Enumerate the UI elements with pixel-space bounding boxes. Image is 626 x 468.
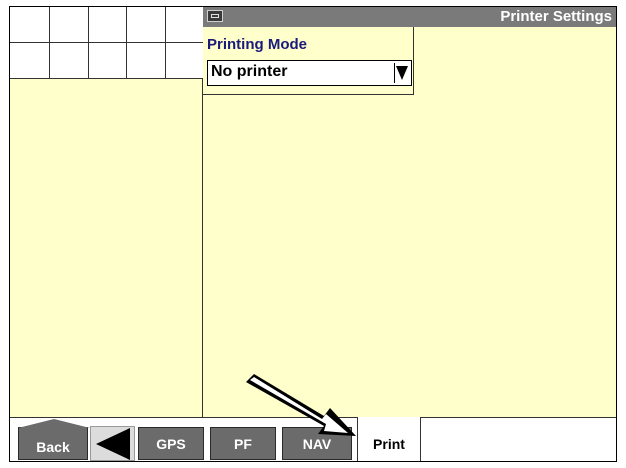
tab-gps[interactable]: GPS <box>138 427 204 460</box>
tab-print-label: Print <box>373 436 405 452</box>
tab-nav[interactable]: NAV <box>282 427 352 460</box>
tab-pf-label: PF <box>234 435 252 452</box>
shortcut-grid <box>10 7 203 79</box>
tab-gps-label: GPS <box>156 435 186 452</box>
left-panel <box>10 7 203 417</box>
shortcut-cell[interactable] <box>127 7 166 43</box>
shortcut-cell[interactable] <box>127 43 166 79</box>
dropdown-arrow-icon[interactable] <box>394 63 408 83</box>
shortcut-cell[interactable] <box>89 43 127 79</box>
shortcut-cell[interactable] <box>89 7 127 43</box>
back-button-label: Back <box>36 438 70 455</box>
shortcut-cell[interactable] <box>50 7 89 43</box>
printing-mode-value: No printer <box>211 63 288 80</box>
left-arrow-icon[interactable] <box>90 426 135 461</box>
shortcut-cell[interactable] <box>166 7 203 43</box>
tab-nav-label: NAV <box>302 435 332 452</box>
back-button[interactable]: Back <box>18 419 90 460</box>
printing-mode-dropdown[interactable]: No printer <box>207 60 412 86</box>
shortcut-cell[interactable] <box>166 43 203 79</box>
shortcut-cell[interactable] <box>10 43 50 79</box>
printing-mode-group: Printing Mode No printer <box>203 27 414 95</box>
title-bar: Printer Settings <box>203 7 616 27</box>
shortcut-cell[interactable] <box>50 43 89 79</box>
bottom-tab-bar: Back GPS PF NAV Print <box>10 417 616 461</box>
shortcut-cell[interactable] <box>10 7 50 43</box>
tab-pf[interactable]: PF <box>210 427 276 460</box>
tab-print[interactable]: Print <box>357 417 421 461</box>
display-screen: Printer Settings Printing Mode No printe… <box>9 6 617 462</box>
printer-icon <box>207 10 223 22</box>
page-title: Printer Settings <box>500 8 612 25</box>
printing-mode-label: Printing Mode <box>207 36 307 53</box>
